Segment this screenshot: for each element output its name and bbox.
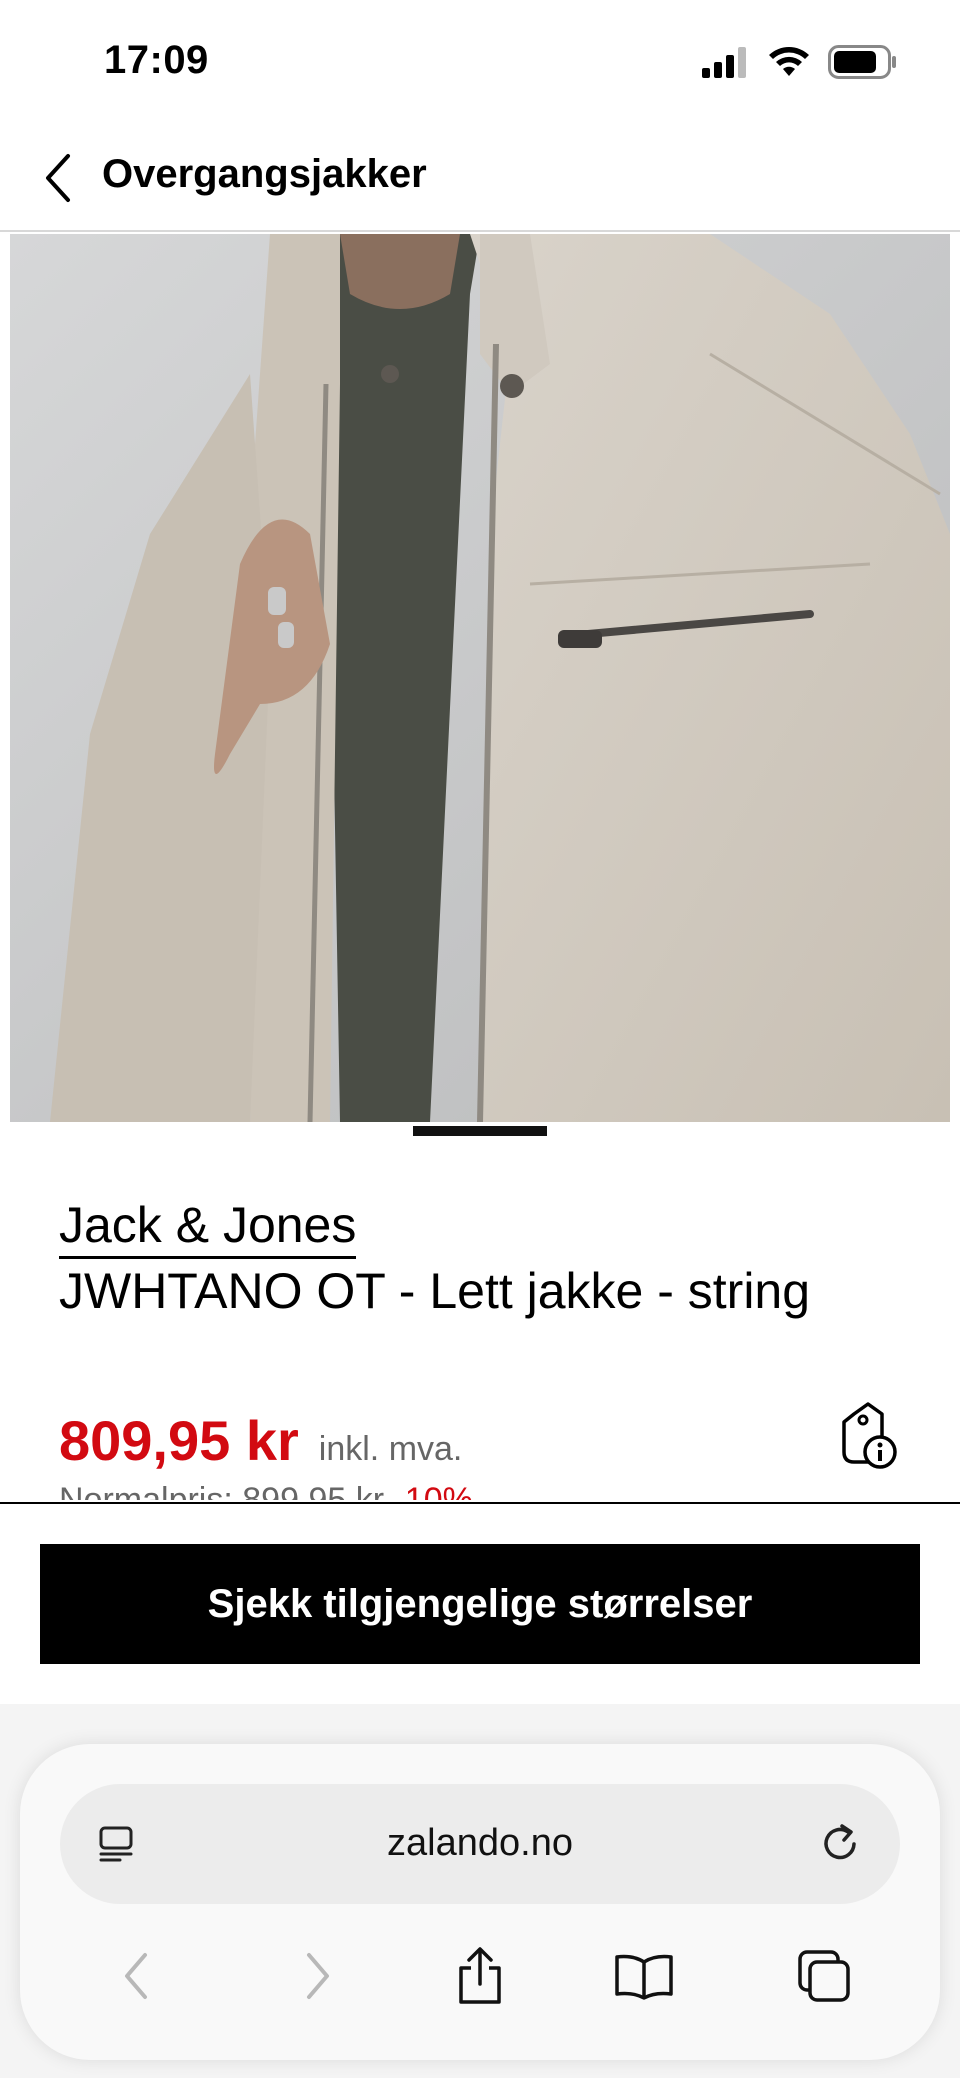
- forward-icon: [307, 1953, 329, 1999]
- bookmarks-icon: [615, 1954, 673, 2000]
- vat-note: inkl. mva.: [318, 1430, 463, 1468]
- chevron-left-icon: [46, 154, 70, 202]
- wifi-icon: [769, 47, 809, 76]
- product-image[interactable]: [10, 234, 950, 1122]
- browser-bottom-area: zalando.no: [0, 1704, 960, 2078]
- normal-price-label: Normalpris:: [59, 1481, 233, 1500]
- current-price: 809,95 kr: [59, 1409, 299, 1472]
- status-bar: 17:09: [0, 0, 960, 120]
- price-tag-info-button[interactable]: [838, 1400, 902, 1470]
- check-sizes-button[interactable]: Sjekk tilgjengelige størrelser: [40, 1544, 920, 1664]
- bookmarks-button[interactable]: [612, 1944, 676, 2008]
- price-tag-info-icon: [842, 1402, 897, 1469]
- reload-icon[interactable]: [818, 1822, 862, 1866]
- status-time: 17:09: [104, 38, 209, 82]
- back-button[interactable]: [30, 150, 86, 206]
- cta-area: Sjekk tilgjengelige størrelser: [0, 1504, 960, 1704]
- carousel-indicator: [413, 1126, 547, 1136]
- cellular-signal-icon: [702, 47, 746, 78]
- browser-toolbar-panel: zalando.no: [20, 1744, 940, 2060]
- brand-link[interactable]: Jack & Jones: [59, 1196, 357, 1259]
- battery-icon: [828, 45, 896, 79]
- price-row: 809,95 kr inkl. mva.: [59, 1408, 462, 1473]
- url-bar[interactable]: zalando.no: [60, 1784, 900, 1904]
- url-text[interactable]: zalando.no: [60, 1822, 900, 1865]
- browser-toolbar: [20, 1928, 940, 2028]
- share-button[interactable]: [448, 1944, 512, 2008]
- tabs-button[interactable]: [792, 1944, 856, 2008]
- product-name: JWHTANO OT - Lett jakke - string: [59, 1263, 811, 1319]
- tabs-icon: [798, 1950, 850, 2002]
- discount-badge: -10%: [393, 1481, 473, 1500]
- normal-price: 899,95 kr: [242, 1481, 385, 1500]
- browser-forward-button[interactable]: [286, 1944, 350, 2008]
- browser-back-button[interactable]: [104, 1944, 168, 2008]
- normal-price-row: Normalpris: 899,95 kr -10%: [59, 1478, 473, 1500]
- app-header: Overgangsjakker: [0, 120, 960, 232]
- status-icons: [702, 44, 898, 80]
- page-title: Overgangsjakker: [102, 152, 427, 196]
- back-icon: [125, 1953, 147, 1999]
- share-icon: [459, 1947, 501, 2004]
- product-photo: [10, 234, 950, 1122]
